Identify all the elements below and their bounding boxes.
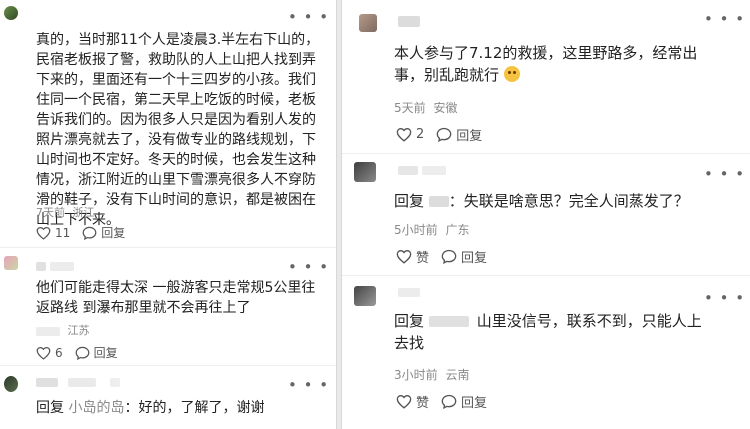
like-count: 2 [416,127,425,142]
reply-prefix: 回复 [394,312,425,330]
avatar[interactable] [4,256,18,270]
like-button[interactable]: 2 [396,127,424,142]
heart-outline-icon [36,226,51,240]
comment-text: 他们可能走得太深 一般游客只走常规5公里往返路线 到瀑布那里就不会再往上了 [36,280,316,316]
avatar[interactable] [359,14,377,32]
avatar[interactable] [354,162,376,182]
comment-item: • • • 回复 山里没信号，联系不到，只能人上 去找 3小时前 云南 赞 回复 [342,276,750,429]
like-label: 赞 [416,396,430,411]
comment-location: 云南 [445,368,470,382]
username [36,378,58,387]
speech-bubble-icon [82,226,97,240]
reply-body: ：好的，了解了，谢谢 [124,400,265,416]
comment-actions: 11 回复 [36,224,137,241]
comment-meta: 5天前 安徽 [394,99,461,116]
comment-meta: 7天前 浙江 [36,204,99,220]
comment-actions: 赞 回复 [396,392,499,411]
comment-meta: 5小时前 广东 [394,221,473,238]
comment-body: 本人参与了7.12的救援，这里野路多，经常出事，别乱跑就行 [394,44,698,84]
speech-bubble-icon [75,346,90,360]
comment-item: • • • 他们可能走得太深 一般游客只走常规5公里往返路线 到瀑布那里就不会再… [0,248,336,365]
comment-time: 5天前 [394,101,426,115]
comment-location: 安徽 [433,101,458,115]
like-button[interactable]: 赞 [396,247,429,266]
comment-actions: 6 回复 [36,344,130,361]
more-options-icon[interactable]: • • • [288,378,329,393]
smile-emoji-icon [503,66,520,82]
username [398,16,420,27]
heart-outline-icon [36,346,51,360]
username [68,378,96,387]
like-button[interactable]: 赞 [396,392,429,411]
avatar[interactable] [4,376,18,392]
reply-body-line1: 山里没信号，联系不到，只能人上 [476,312,702,330]
avatar[interactable] [354,286,376,306]
username [398,288,420,297]
more-options-icon[interactable]: • • • [704,12,745,27]
comment-text: 本人参与了7.12的救援，这里野路多，经常出事，别乱跑就行 [394,42,724,86]
like-label: 赞 [416,251,430,266]
more-options-icon[interactable]: • • • [288,10,329,25]
speech-bubble-icon [441,394,457,409]
heart-outline-icon [396,395,412,409]
comment-item: • • • 真的，当时那11个人是凌晨3.半左右下山的，民宿老板报了警，救助队的… [0,0,336,247]
reply-label: 回复 [101,226,126,240]
comment-meta: 江苏 [36,322,94,338]
reply-body: ：失联是啥意思？完全人间蒸发了？ [448,192,689,210]
comment-actions: 赞 回复 [396,247,499,266]
comment-location: 广东 [445,223,470,237]
reply-text: 回复 ：失联是啥意思？完全人间蒸发了？ [394,190,734,212]
heart-outline-icon [396,128,412,142]
reply-prefix: 回复 [36,400,64,416]
reply-target-name[interactable] [428,316,469,327]
right-comment-panel: • • • 本人参与了7.12的救援，这里野路多，经常出事，别乱跑就行 5天前 … [341,0,750,429]
username [422,166,446,175]
username [398,166,418,175]
more-options-icon[interactable]: • • • [704,291,745,306]
reply-label: 回复 [461,396,488,411]
comment-item: • • • 回复 ：失联是啥意思？完全人间蒸发了？ 5小时前 广东 赞 回复 [342,154,750,275]
reply-prefix: 回复 [394,192,425,210]
reply-label: 回复 [461,251,488,266]
comment-location: 江苏 [67,324,90,337]
like-button[interactable]: 6 [36,346,63,360]
reply-target-name[interactable] [428,196,449,207]
like-count: 6 [55,345,63,360]
comment-time: 5小时前 [394,223,438,237]
left-comment-panel: • • • 真的，当时那11个人是凌晨3.半左右下山的，民宿老板报了警，救助队的… [0,0,337,429]
comment-actions: 2 回复 [396,125,494,144]
username [36,262,46,271]
comment-time: 3小时前 [394,368,438,382]
username [50,262,74,271]
comment-text: 真的，当时那11个人是凌晨3.半左右下山的，民宿老板报了警，救助队的人上山把人找… [36,32,320,228]
like-count: 11 [55,225,71,240]
username [110,378,120,387]
reply-body-line2: 去找 [394,334,425,352]
avatar[interactable] [4,6,18,20]
comment-meta: 3小时前 云南 [394,366,473,383]
comment-item: • • • 回复 小岛的岛：好的，了解了，谢谢 [0,366,336,429]
reply-label: 回复 [456,129,483,144]
reply-button[interactable]: 回复 [436,125,482,144]
speech-bubble-icon [441,249,457,264]
reply-text: 回复 山里没信号，联系不到，只能人上 去找 [394,310,734,354]
reply-text: 回复 小岛的岛：好的，了解了，谢谢 [36,398,326,418]
reply-button[interactable]: 回复 [75,344,118,361]
reply-label: 回复 [93,346,118,360]
reply-button[interactable]: 回复 [441,247,487,266]
like-button[interactable]: 11 [36,226,70,240]
reply-button[interactable]: 回复 [82,224,125,241]
more-options-icon[interactable]: • • • [288,260,329,275]
comment-item: • • • 本人参与了7.12的救援，这里野路多，经常出事，别乱跑就行 5天前 … [342,0,750,153]
more-options-icon[interactable]: • • • [704,167,745,182]
heart-outline-icon [396,250,412,264]
speech-bubble-icon [436,127,452,142]
reply-target-name[interactable]: 小岛的岛 [68,400,124,416]
reply-button[interactable]: 回复 [441,392,487,411]
comment-time: 7天前 [36,206,65,219]
comment-location: 浙江 [72,206,95,219]
comment-time [36,326,60,336]
